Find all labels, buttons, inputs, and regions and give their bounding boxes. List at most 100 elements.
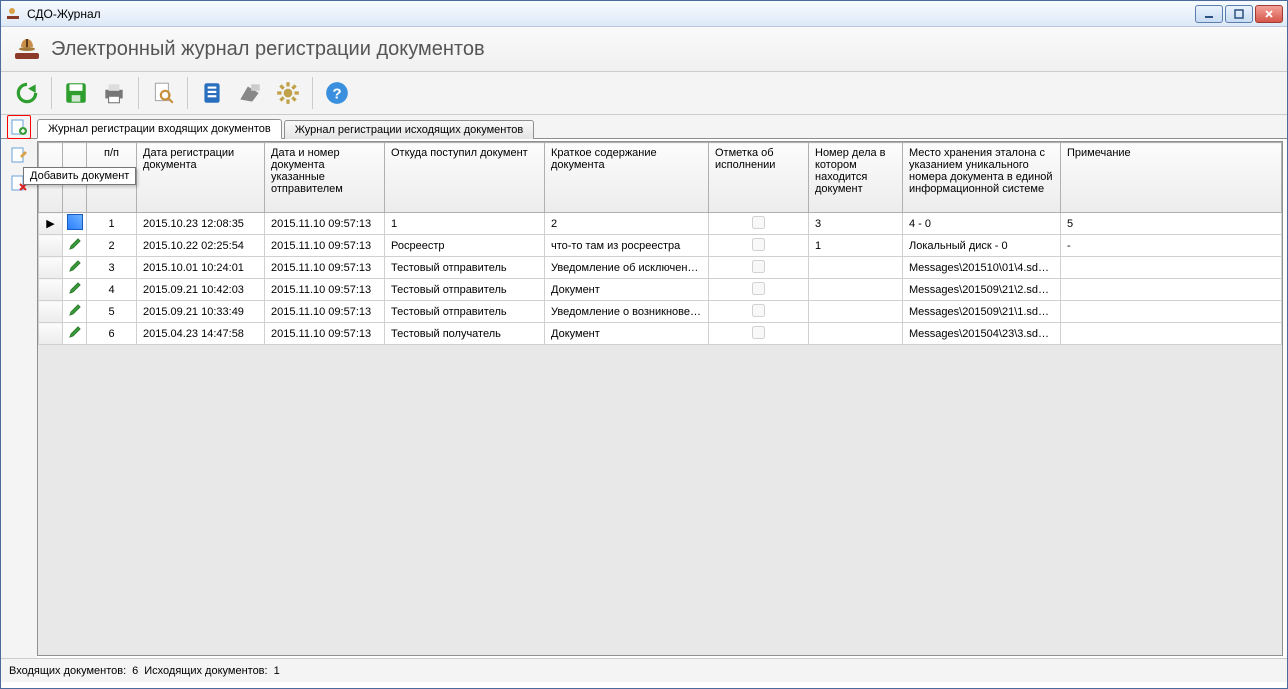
print-button[interactable] [96, 75, 132, 111]
maximize-button[interactable] [1225, 5, 1253, 23]
cell-sender-date: 2015.11.10 09:57:13 [265, 323, 385, 345]
grid-empty-area [38, 345, 1282, 655]
cell-edit[interactable] [63, 213, 87, 235]
cell-note: - [1061, 235, 1282, 257]
exec-checkbox[interactable] [752, 304, 765, 317]
cell-edit[interactable] [63, 323, 87, 345]
status-incoming-label: Входящих документов: [9, 665, 126, 677]
col-summary[interactable]: Краткое содержание документа [545, 143, 709, 213]
side-toolbar: Добавить документ [1, 139, 37, 658]
col-case-num[interactable]: Номер дела в котором находится документ [809, 143, 903, 213]
titlebar: СДО-Журнал [1, 1, 1287, 27]
edit-row-icon[interactable] [68, 264, 82, 276]
table-row[interactable]: 32015.10.01 10:24:012015.11.10 09:57:13Т… [39, 257, 1282, 279]
col-sender-date[interactable]: Дата и номер документа указанные отправи… [265, 143, 385, 213]
cell-storage: Messages\201509\21\2.sdo - ... [903, 279, 1061, 301]
cell-exec[interactable] [709, 301, 809, 323]
col-reg-date[interactable]: Дата регистрации документа [137, 143, 265, 213]
cell-exec[interactable] [709, 323, 809, 345]
row-pointer: ▶ [39, 213, 63, 235]
refresh-button[interactable] [9, 75, 45, 111]
col-exec-mark[interactable]: Отметка об исполнении [709, 143, 809, 213]
cell-sender-date: 2015.11.10 09:57:13 [265, 213, 385, 235]
cell-exec[interactable] [709, 235, 809, 257]
grid-container: п/п Дата регистрации документа Дата и но… [37, 141, 1283, 656]
cell-note [1061, 301, 1282, 323]
cell-summary: 2 [545, 213, 709, 235]
cell-edit[interactable] [63, 279, 87, 301]
save-icon [63, 80, 89, 106]
close-button[interactable] [1255, 5, 1283, 23]
page-title: Электронный журнал регистрации документо… [51, 38, 485, 61]
help-button[interactable]: ? [319, 75, 355, 111]
edit-row-icon[interactable] [68, 308, 82, 320]
edit-row-icon[interactable] [68, 286, 82, 298]
cell-exec[interactable] [709, 213, 809, 235]
col-note[interactable]: Примечание [1061, 143, 1282, 213]
exec-checkbox[interactable] [752, 282, 765, 295]
table-row[interactable]: 52015.09.21 10:33:492015.11.10 09:57:13Т… [39, 301, 1282, 323]
workspace: Добавить документ п/п Дата регистрации д… [1, 139, 1287, 658]
cell-exec[interactable] [709, 257, 809, 279]
settings-button[interactable] [270, 75, 306, 111]
status-incoming-count: 6 [132, 665, 138, 677]
cell-reg-date: 2015.09.21 10:33:49 [137, 301, 265, 323]
table-body: ▶12015.10.23 12:08:352015.11.10 09:57:13… [39, 213, 1282, 345]
cell-reg-date: 2015.04.23 14:47:58 [137, 323, 265, 345]
cell-rownum: 1 [87, 213, 137, 235]
search-doc-button[interactable] [145, 75, 181, 111]
cell-exec[interactable] [709, 279, 809, 301]
cell-sender-date: 2015.11.10 09:57:13 [265, 257, 385, 279]
header-banner: Электронный журнал регистрации документо… [1, 27, 1287, 71]
window-title: СДО-Журнал [27, 7, 1195, 21]
cell-rownum: 6 [87, 323, 137, 345]
exec-checkbox[interactable] [752, 260, 765, 273]
cell-case [809, 323, 903, 345]
table-header-row: п/п Дата регистрации документа Дата и но… [39, 143, 1282, 213]
tabstrip: Журнал регистрации входящих документов Ж… [1, 115, 1287, 139]
tab-incoming[interactable]: Журнал регистрации входящих документов [37, 119, 282, 139]
edit-row-icon[interactable] [68, 242, 82, 254]
add-document-icon [10, 118, 28, 136]
cell-edit[interactable] [63, 257, 87, 279]
cell-summary: Уведомление об исключени... [545, 257, 709, 279]
cell-summary: Уведомление о возникновен... [545, 301, 709, 323]
minimize-button[interactable] [1195, 5, 1223, 23]
col-from[interactable]: Откуда поступил документ [385, 143, 545, 213]
exec-checkbox[interactable] [752, 238, 765, 251]
col-storage[interactable]: Место хранения эталона с указанием уника… [903, 143, 1061, 213]
edit-document-button[interactable] [7, 143, 31, 167]
table-row[interactable]: 62015.04.23 14:47:582015.11.10 09:57:13Т… [39, 323, 1282, 345]
table-row[interactable]: 22015.10.22 02:25:542015.11.10 09:57:13Р… [39, 235, 1282, 257]
cell-edit[interactable] [63, 301, 87, 323]
scan-icon [237, 80, 263, 106]
exec-checkbox[interactable] [752, 216, 765, 229]
journal-button[interactable] [194, 75, 230, 111]
cell-storage: 4 - 0 [903, 213, 1061, 235]
tab-outgoing[interactable]: Журнал регистрации исходящих документов [284, 120, 535, 139]
app-icon [5, 6, 21, 22]
table-row[interactable]: 42015.09.21 10:42:032015.11.10 09:57:13Т… [39, 279, 1282, 301]
main-toolbar: ? [1, 71, 1287, 115]
cell-from: Тестовый отправитель [385, 257, 545, 279]
scan-button[interactable] [232, 75, 268, 111]
cell-edit[interactable] [63, 235, 87, 257]
cell-storage: Локальный диск - 0 [903, 235, 1061, 257]
exec-checkbox[interactable] [752, 326, 765, 339]
cell-reg-date: 2015.10.22 02:25:54 [137, 235, 265, 257]
cell-case [809, 301, 903, 323]
save-button[interactable] [58, 75, 94, 111]
add-document-button[interactable] [7, 115, 31, 139]
row-pointer [39, 279, 63, 301]
cell-rownum: 4 [87, 279, 137, 301]
edit-row-icon[interactable] [68, 330, 82, 342]
table-row[interactable]: ▶12015.10.23 12:08:352015.11.10 09:57:13… [39, 213, 1282, 235]
cell-note [1061, 323, 1282, 345]
cell-rownum: 5 [87, 301, 137, 323]
status-outgoing-label: Исходящих документов: [144, 665, 267, 677]
documents-table[interactable]: п/п Дата регистрации документа Дата и но… [38, 142, 1282, 345]
edit-row-icon[interactable] [67, 214, 83, 230]
search-doc-icon [150, 80, 176, 106]
cell-case: 1 [809, 235, 903, 257]
status-outgoing-count: 1 [274, 665, 280, 677]
